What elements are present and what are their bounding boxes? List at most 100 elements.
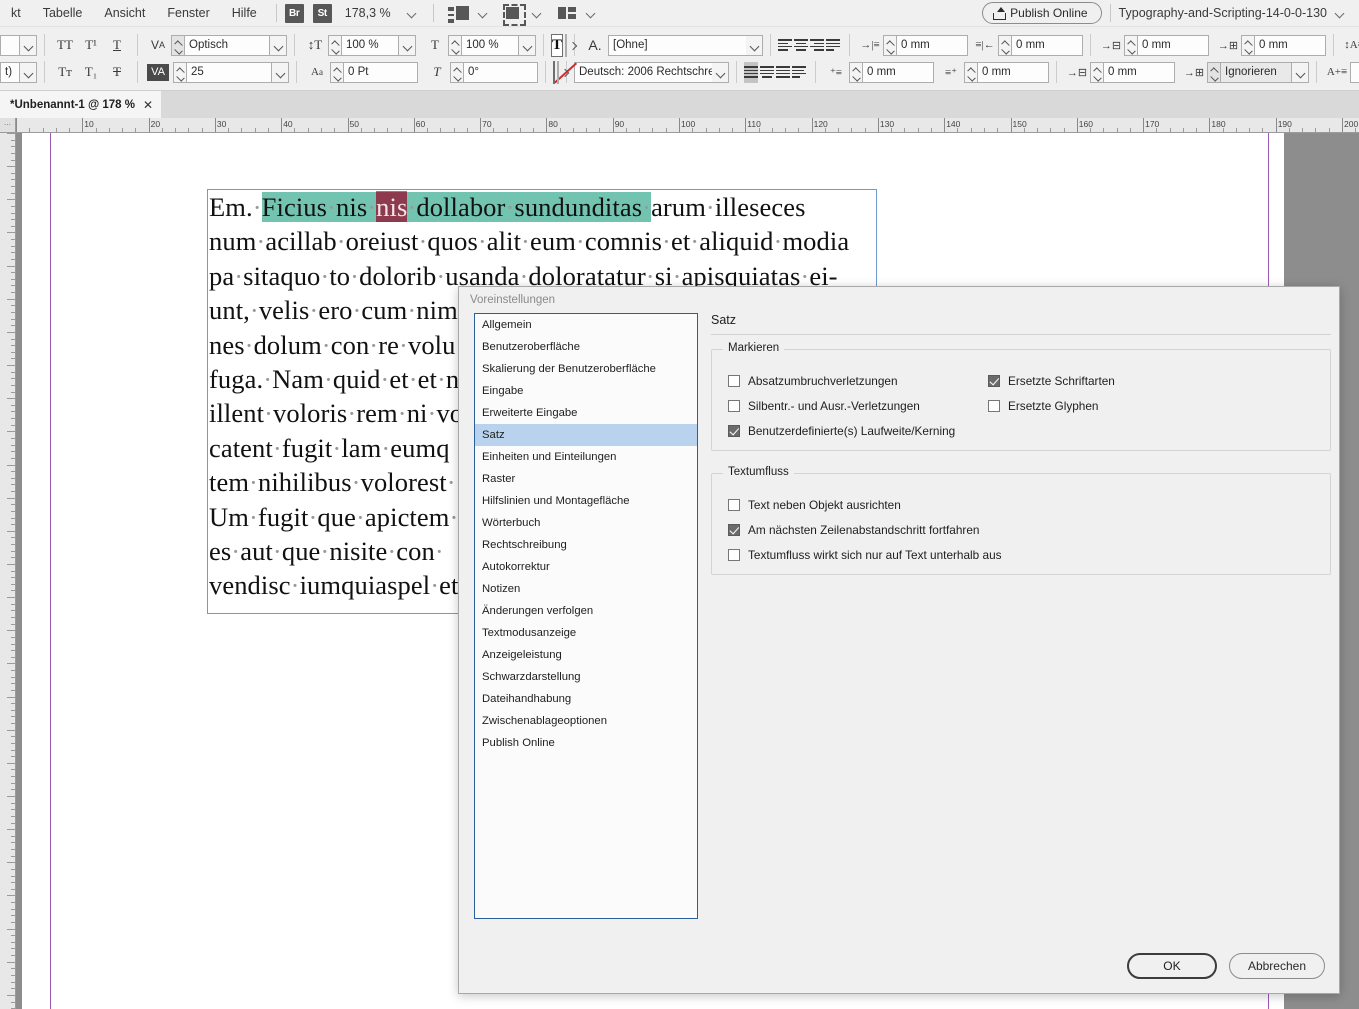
kerning-chevron-down-icon[interactable] [270,34,287,56]
last-line-indent-control[interactable]: 0 mm [964,61,1049,83]
checkbox-ersetzte-schriftarten[interactable] [988,374,1000,387]
align-toward-spine-button[interactable] [792,62,806,83]
align-bottom-icon[interactable]: A+≡ [1326,61,1348,83]
hyphenation-control[interactable]: Ignorieren [1207,61,1309,83]
drop-cap-control[interactable]: 0 mm [1090,61,1175,83]
view-mode-icon[interactable] [502,4,526,26]
preferences-category-item[interactable]: Anzeigeleistung [475,644,697,666]
superscript-button[interactable]: T¹ [80,34,102,56]
formatting-affects-container-button[interactable] [553,60,555,84]
checkbox-textumfluss-unterhalb[interactable] [728,548,740,561]
hyphenation-chevron-down-icon[interactable] [1292,61,1309,83]
preferences-category-item[interactable]: Skalierung der Benutzeroberfläche [475,358,697,380]
justify-all-lines-button[interactable] [744,61,758,83]
close-icon[interactable]: ✕ [143,98,153,112]
preferences-category-item[interactable]: Benutzeroberfläche [475,336,697,358]
language-control[interactable]: Deutsch: 2006 Rechtschrei... [574,61,729,83]
skew-control[interactable]: 0° [450,61,538,83]
paragraph-style-control[interactable]: [Ohne] [608,34,764,56]
preferences-category-item[interactable]: Erweiterte Eingabe [475,402,697,424]
drop-cap-value[interactable]: 0 mm [1103,61,1175,83]
align-center-button[interactable] [794,35,809,56]
preferences-dialog[interactable]: Voreinstellungen Allgemein Benutzeroberfl… [458,286,1340,994]
workspace-chevron-down-icon[interactable] [1333,6,1347,20]
font-style-chevron-down-icon[interactable] [20,34,37,56]
checkbox-row-ersetzte-schriftarten[interactable]: Ersetzte Schriftarten [988,368,1115,393]
left-indent-stepper[interactable] [883,34,897,56]
checkbox-laufweite-kerning[interactable] [728,424,740,437]
vertical-scale-value[interactable]: 100 % [341,34,399,56]
space-after-control[interactable]: 0 mm [1241,34,1327,56]
font-size-dropdown[interactable]: t) [0,61,37,83]
stock-icon[interactable]: St [312,3,332,23]
preferences-category-item[interactable]: Änderungen verfolgen [475,600,697,622]
small-caps-button[interactable]: Tт [54,61,76,83]
checkbox-row-textumfluss-unterhalb[interactable]: Textumfluss wirkt sich nur auf Text unte… [728,542,1314,567]
document-tab[interactable]: *Unbenannt-1 @ 178 % ✕ [0,91,162,118]
formatting-text-chevron-right-icon[interactable] [565,33,568,57]
menu-item-fenster[interactable]: Fenster [156,0,220,27]
kerning-control[interactable]: Optisch [171,34,287,56]
preferences-category-item[interactable]: Rechtschreibung [475,534,697,556]
skew-value[interactable]: 0° [463,61,538,83]
space-before-control[interactable]: 0 mm [1124,34,1210,56]
menu-item-tabelle[interactable]: Tabelle [32,0,94,27]
vertical-scale-chevron-down-icon[interactable] [399,34,416,56]
preferences-category-item[interactable]: Publish Online [475,732,697,754]
paragraph-style-chevron-down-icon[interactable] [746,34,764,56]
right-indent-value[interactable]: 0 mm [1011,34,1084,56]
font-size-chevron-down-icon[interactable] [20,61,37,83]
cancel-button[interactable]: Abbrechen [1228,953,1325,979]
left-indent-control[interactable]: 0 mm [883,34,969,56]
justify-last-left-button[interactable] [826,35,841,56]
vertical-scale-control[interactable]: 100 % [328,34,416,56]
vertical-ruler[interactable] [0,133,16,1009]
baseline-shift-value[interactable]: 0 Pt [343,61,418,83]
formatting-container-chevron-right-icon[interactable] [557,60,559,84]
preferences-category-item[interactable]: Allgemein [475,314,697,336]
publish-online-button[interactable]: Publish Online [982,2,1102,24]
screen-mode-icon[interactable] [447,4,470,23]
left-indent-value[interactable]: 0 mm [896,34,969,56]
checkbox-row-text-neben-objekt[interactable]: Text neben Objekt ausrichten [728,492,1314,517]
kerning-value[interactable]: Optisch [184,34,270,56]
horizontal-scale-value[interactable]: 100 % [461,34,519,56]
justify-right-button[interactable] [776,62,790,83]
subscript-button[interactable]: T₁ [80,61,102,83]
menu-item-ansicht[interactable]: Ansicht [93,0,156,27]
right-indent-stepper[interactable] [998,34,1012,56]
preferences-category-item[interactable]: Hilfslinien und Montagefläche [475,490,697,512]
preferences-category-item[interactable]: Textmodusanzeige [475,622,697,644]
language-value[interactable]: Deutsch: 2006 Rechtschrei... [574,61,712,83]
zoom-chevron-down-icon[interactable] [405,6,419,20]
baseline-shift-control[interactable]: 0 Pt [330,61,418,83]
checkbox-row-ersetzte-glyphen[interactable]: Ersetzte Glyphen [988,393,1115,418]
checkbox-row-laufweite-kerning[interactable]: Benutzerdefinierte(s) Laufweite/Kerning [728,418,1314,443]
font-style-dropdown[interactable] [0,34,37,56]
tracking-stepper[interactable] [173,61,186,83]
view-mode-chevron-down-icon[interactable] [530,6,544,20]
horizontal-ruler[interactable]: ⋯ 10 20 30 40 50 60 70 80 90 100 110 120 130 140 150 16… [0,118,1359,133]
menu-item-hilfe[interactable]: Hilfe [221,0,268,27]
last-line-indent-stepper[interactable] [964,61,977,83]
align-bottom-field[interactable] [1350,61,1359,83]
drop-cap-stepper[interactable] [1090,61,1103,83]
hyphenation-value[interactable]: Ignorieren [1220,61,1292,83]
kerning-stepper[interactable] [171,34,184,56]
horizontal-scale-stepper[interactable] [448,34,461,56]
preferences-category-item[interactable]: Raster [475,468,697,490]
bridge-icon[interactable]: Br [284,3,304,23]
tracking-chevron-down-icon[interactable] [272,61,289,83]
preferences-category-item[interactable]: Einheiten und Einteilungen [475,446,697,468]
arrange-documents-icon[interactable] [556,4,578,22]
checkbox-silbentrennung[interactable] [728,399,740,412]
zoom-level-value[interactable]: 178,3 % [345,6,391,20]
preferences-category-item[interactable]: Wörterbuch [475,512,697,534]
language-chevron-down-icon[interactable] [712,61,729,83]
space-after-stepper[interactable] [1241,34,1255,56]
paragraph-style-value[interactable]: [Ohne] [608,34,747,56]
vertical-scale-stepper[interactable] [328,34,341,56]
align-right-button[interactable] [810,35,825,56]
first-line-indent-value[interactable]: 0 mm [862,61,934,83]
horizontal-scale-control[interactable]: 100 % [448,34,536,56]
